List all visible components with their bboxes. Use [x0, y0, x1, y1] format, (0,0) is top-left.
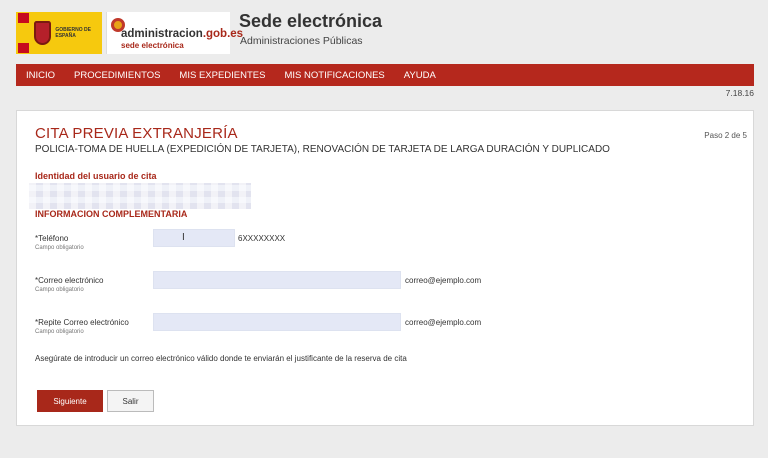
step-indicator: Paso 2 de 5: [704, 131, 747, 140]
text-cursor-icon: I: [182, 232, 185, 243]
identity-heading: Identidad del usuario de cita: [35, 171, 157, 181]
nav-item-mis-expedientes[interactable]: MIS EXPEDIENTES: [179, 70, 265, 81]
form-panel: Paso 2 de 5 CITA PREVIA EXTRANJERÍA POLI…: [16, 110, 754, 426]
nav-item-mis-notificaciones[interactable]: MIS NOTIFICACIONES: [284, 70, 384, 81]
exit-button[interactable]: Salir: [107, 390, 154, 412]
nav-item-ayuda[interactable]: AYUDA: [404, 70, 436, 81]
email-confirm-hint: correo@ejemplo.com: [405, 318, 482, 327]
email-confirm-input[interactable]: [153, 313, 401, 331]
admin-logo-domain: .gob.es: [202, 28, 244, 40]
gobierno-logo[interactable]: GOBIERNO DE ESPAÑA: [16, 12, 102, 54]
redacted-identity: [29, 183, 251, 209]
email-confirm-required-note: Campo obligatorio: [35, 329, 84, 335]
email-label: *Correo electrónico: [35, 276, 104, 285]
gobierno-logo-text: GOBIERNO DE ESPAÑA: [55, 27, 91, 39]
nav-item-procedimientos[interactable]: PROCEDIMIENTOS: [74, 70, 160, 81]
main-nav: INICIO PROCEDIMIENTOS MIS EXPEDIENTES MI…: [16, 64, 754, 86]
version-label: 7.18.16: [725, 88, 754, 98]
phone-input[interactable]: I: [153, 229, 235, 247]
nav-item-inicio[interactable]: INICIO: [26, 70, 55, 81]
page-title: CITA PREVIA EXTRANJERÍA: [35, 125, 238, 142]
coat-of-arms-icon: [34, 21, 52, 45]
email-required-note: Campo obligatorio: [35, 287, 84, 293]
admin-logo-main: administracion: [121, 28, 203, 40]
phone-label: *Teléfono: [35, 234, 69, 243]
phone-hint: 6XXXXXXXX: [238, 234, 286, 243]
site-title: Sede electrónica: [239, 11, 383, 31]
email-confirm-label: *Repite Correo electrónico: [35, 318, 129, 327]
email-note: Asegúrate de introducir un correo electr…: [35, 354, 407, 363]
next-button[interactable]: Siguiente: [37, 390, 103, 412]
admin-logo-sub: sede electrónica: [121, 41, 184, 50]
site-header: GOBIERNO DE ESPAÑA administracion.gob.es…: [0, 0, 768, 64]
section-heading: INFORMACION COMPLEMENTARIA: [35, 209, 188, 219]
administracion-logo[interactable]: administracion.gob.es sede electrónica: [106, 12, 243, 54]
phone-required-note: Campo obligatorio: [35, 245, 84, 251]
email-input[interactable]: [153, 271, 401, 289]
email-hint: correo@ejemplo.com: [405, 276, 482, 285]
page-subtitle: POLICIA-TOMA DE HUELLA (EXPEDICIÓN DE TA…: [35, 144, 610, 155]
site-subtitle: Administraciones Públicas: [240, 35, 363, 47]
spain-flag-icon: [18, 13, 30, 53]
